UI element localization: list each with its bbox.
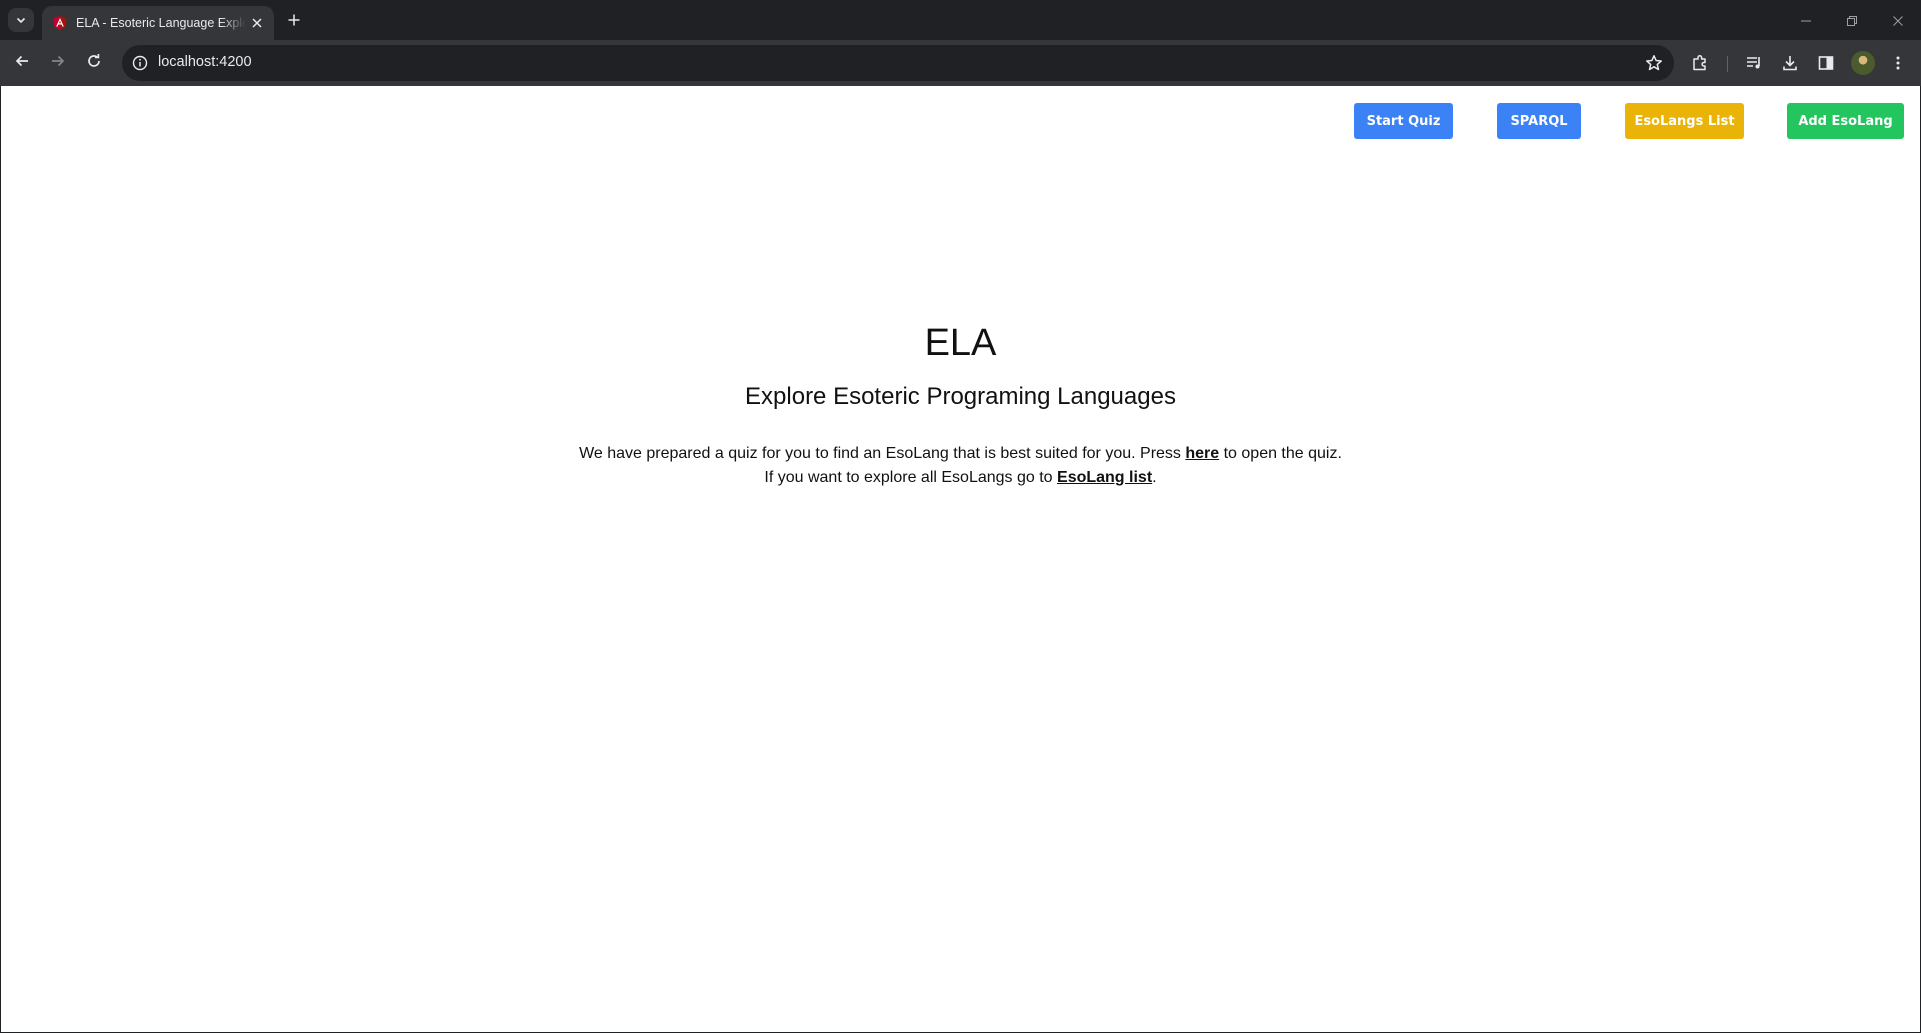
list-line-before: If you want to explore all EsoLangs go t… bbox=[764, 469, 1058, 486]
back-arrow-icon bbox=[14, 53, 30, 73]
reload-button[interactable] bbox=[82, 51, 106, 75]
restore-icon bbox=[1847, 11, 1857, 30]
quiz-line-before: We have prepared a quiz for you to find … bbox=[579, 445, 1186, 462]
url-text[interactable]: localhost:4200 bbox=[158, 54, 252, 70]
quiz-line-after: to open the quiz. bbox=[1219, 445, 1342, 462]
browser-toolbar: localhost:4200 bbox=[0, 40, 1921, 86]
esolangs-list-button[interactable]: EsoLangs List bbox=[1625, 103, 1744, 139]
info-icon[interactable] bbox=[131, 54, 149, 72]
active-tab[interactable]: ELA - Esoteric Language Explorer bbox=[42, 6, 274, 40]
add-esolang-button[interactable]: Add EsoLang bbox=[1787, 103, 1904, 139]
minimize-button[interactable] bbox=[1783, 0, 1829, 40]
address-bar[interactable]: localhost:4200 bbox=[122, 45, 1674, 81]
plus-icon bbox=[288, 11, 300, 30]
start-quiz-button[interactable]: Start Quiz bbox=[1354, 103, 1453, 139]
page-title: ELA bbox=[924, 322, 997, 364]
close-icon[interactable] bbox=[248, 14, 266, 32]
tab-title: ELA - Esoteric Language Explorer bbox=[76, 16, 246, 30]
forward-arrow-icon bbox=[50, 53, 66, 73]
window-controls bbox=[1783, 0, 1921, 40]
media-queue-icon[interactable] bbox=[1743, 52, 1765, 74]
chevron-down-icon bbox=[15, 11, 27, 30]
list-line-after: . bbox=[1152, 469, 1157, 486]
star-icon[interactable] bbox=[1644, 53, 1664, 73]
angular-icon bbox=[52, 15, 68, 31]
side-panel-icon[interactable] bbox=[1815, 52, 1837, 74]
intro-text: We have prepared a quiz for you to find … bbox=[1, 442, 1920, 490]
close-icon bbox=[1893, 11, 1903, 30]
kebab-menu-icon[interactable] bbox=[1887, 52, 1909, 74]
toolbar-divider bbox=[1727, 56, 1728, 72]
profile-avatar[interactable] bbox=[1851, 51, 1875, 75]
top-nav: Start Quiz SPARQL EsoLangs List Add EsoL… bbox=[1, 103, 1920, 139]
list-line: If you want to explore all EsoLangs go t… bbox=[1, 466, 1920, 490]
sparql-button[interactable]: SPARQL bbox=[1497, 103, 1581, 139]
reload-icon bbox=[86, 53, 102, 73]
puzzle-icon[interactable] bbox=[1689, 52, 1711, 74]
new-tab-button[interactable] bbox=[283, 9, 305, 31]
esolang-list-link[interactable]: EsoLang list bbox=[1057, 469, 1152, 486]
minimize-icon bbox=[1801, 11, 1811, 30]
forward-button[interactable] bbox=[46, 51, 70, 75]
page-subtitle: Explore Esoteric Programing Languages bbox=[745, 383, 1176, 410]
download-icon[interactable] bbox=[1779, 52, 1801, 74]
close-window-button[interactable] bbox=[1875, 0, 1921, 40]
page-viewport: Start Quiz SPARQL EsoLangs List Add EsoL… bbox=[1, 86, 1920, 1032]
tab-search-button[interactable] bbox=[8, 8, 34, 32]
tab-strip: ELA - Esoteric Language Explorer bbox=[0, 0, 1921, 40]
restore-button[interactable] bbox=[1829, 0, 1875, 40]
quiz-line: We have prepared a quiz for you to find … bbox=[1, 442, 1920, 466]
back-button[interactable] bbox=[10, 51, 34, 75]
quiz-link[interactable]: here bbox=[1185, 445, 1219, 462]
